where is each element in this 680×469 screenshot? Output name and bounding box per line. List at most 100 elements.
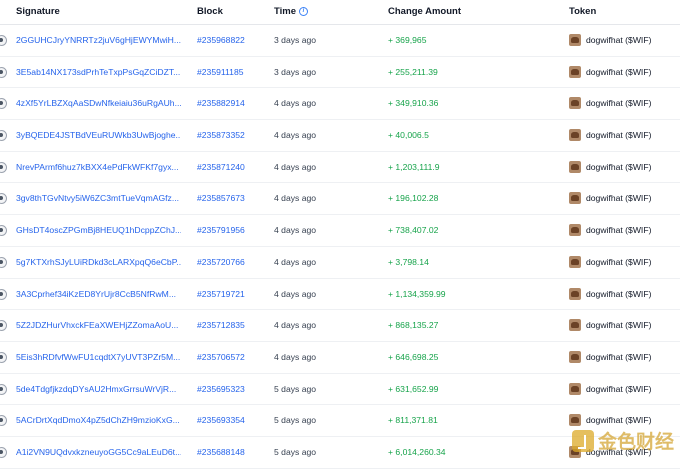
token-link[interactable]: dogwifhat ($WIF) xyxy=(586,162,651,172)
token-link[interactable]: dogwifhat ($WIF) xyxy=(586,98,651,108)
block-link[interactable]: #235871240 xyxy=(197,162,245,172)
signature-link[interactable]: 2GGUHCJryYNRRTz2juV6gHjEWYMwiH... xyxy=(16,35,181,45)
eye-icon[interactable] xyxy=(0,130,7,142)
token-link[interactable]: dogwifhat ($WIF) xyxy=(586,225,651,235)
table-row: 5Z2JDZHurVhxckFEaXWEHjZZomaAoU... #235712… xyxy=(0,310,680,342)
eye-icon[interactable] xyxy=(0,288,7,300)
table-row: 3E5ab14NX173sdPrhTeTxpPsGqZCiDZT... #2359… xyxy=(0,57,680,89)
token-link[interactable]: dogwifhat ($WIF) xyxy=(586,352,651,362)
change-amount-cell: + 6,014,260.34 xyxy=(388,446,446,457)
eye-icon[interactable] xyxy=(0,446,7,458)
token-link[interactable]: dogwifhat ($WIF) xyxy=(586,320,651,330)
block-link[interactable]: #235719721 xyxy=(197,289,245,299)
dogwifhat-token-icon xyxy=(569,97,581,110)
block-link[interactable]: #235693354 xyxy=(197,415,245,425)
token-link[interactable]: dogwifhat ($WIF) xyxy=(586,35,651,45)
table-row: 5de4TdgfjkzdqDYsAU2HmxGrrsuWrVjR... #2356… xyxy=(0,374,680,406)
dogwifhat-token-icon xyxy=(569,414,581,427)
change-amount-cell: + 1,134,359.99 xyxy=(388,288,446,299)
eye-icon[interactable] xyxy=(0,383,7,395)
signature-link[interactable]: GHsDT4oscZPGmBj8HEUQ1hDcppZChJ... xyxy=(16,225,181,235)
token-link[interactable]: dogwifhat ($WIF) xyxy=(586,130,651,140)
eye-icon[interactable] xyxy=(0,320,7,332)
change-amount-cell: + 811,371.81 xyxy=(388,415,438,426)
block-link[interactable]: #235712835 xyxy=(197,320,245,330)
time-cell: 4 days ago xyxy=(274,193,317,204)
eye-icon[interactable] xyxy=(0,415,7,427)
block-link[interactable]: #235857673 xyxy=(197,193,245,203)
block-link[interactable]: #235695323 xyxy=(197,384,245,394)
token-link[interactable]: dogwifhat ($WIF) xyxy=(586,193,651,203)
watermark-text: 金色财经 xyxy=(597,432,674,453)
signature-link[interactable]: 5Eis3hRDfvfWwFU1cqdtX7yUVT3PZr5M... xyxy=(16,352,181,362)
signature-link[interactable]: 5de4TdgfjkzdqDYsAU2HmxGrrsuWrVjR... xyxy=(16,384,181,394)
change-amount-cell: + 255,211.39 xyxy=(388,66,438,77)
eye-icon[interactable] xyxy=(0,98,7,110)
dogwifhat-token-icon xyxy=(569,287,581,300)
block-link[interactable]: #235968822 xyxy=(197,35,245,45)
info-icon[interactable]: i xyxy=(299,7,309,16)
eye-icon[interactable] xyxy=(0,193,7,205)
eye-icon[interactable] xyxy=(0,35,7,46)
table-row: 5g7KTXrhSJyLUiRDkd3cLARXpqQ6eCbP... #2357… xyxy=(0,247,680,279)
eye-icon[interactable] xyxy=(0,161,7,173)
block-link[interactable]: #235706572 xyxy=(197,352,245,362)
dogwifhat-token-icon xyxy=(569,192,581,205)
header-block: Block xyxy=(197,6,223,17)
change-amount-cell: + 196,102.28 xyxy=(388,193,439,204)
time-cell: 3 days ago xyxy=(274,66,317,77)
signature-link[interactable]: NrevPArmf6huz7kBXX4ePdFkWFKf7gyx... xyxy=(16,162,181,172)
signature-link[interactable]: 5Z2JDZHurVhxckFEaXWEHjZZomaAoU... xyxy=(16,320,181,330)
time-cell: 5 days ago xyxy=(274,415,317,426)
eye-icon[interactable] xyxy=(0,256,7,268)
header-time-label: Time xyxy=(274,6,297,17)
signature-link[interactable]: 3A3Cprhef34iKzED8YrUjr8CcB5NfRwM... xyxy=(16,289,181,299)
block-link[interactable]: #235720766 xyxy=(197,257,245,267)
time-cell: 4 days ago xyxy=(274,130,317,141)
change-amount-cell: + 369,965 xyxy=(388,35,427,45)
header-time: Time i xyxy=(274,6,309,17)
signature-link[interactable]: 4zXf5YrLBZXqAaSDwNfkeiaiu36uRgAUh... xyxy=(16,98,181,108)
signature-link[interactable]: A1i2VN9UQdvxkzneuyoGG5Cc9aLEuD6t... xyxy=(16,447,181,457)
time-cell: 4 days ago xyxy=(274,256,317,267)
time-cell: 4 days ago xyxy=(274,288,317,299)
time-cell: 4 days ago xyxy=(274,98,317,109)
table-header: Signature Block Time i Change Amount Tok… xyxy=(0,0,680,25)
dogwifhat-token-icon xyxy=(569,224,581,237)
watermark-logo-icon xyxy=(571,429,594,452)
token-link[interactable]: dogwifhat ($WIF) xyxy=(586,257,651,267)
change-amount-cell: + 738,407.02 xyxy=(388,225,439,236)
signature-link[interactable]: 3yBQEDE4JSTBdVEuRUWkb3UwBjoghe... xyxy=(16,130,181,140)
signature-link[interactable]: 5ACrDrtXqdDmoX4pZ5dChZH9mzioKxG... xyxy=(16,415,181,425)
dogwifhat-token-icon xyxy=(569,382,581,395)
change-amount-cell: + 868,135.27 xyxy=(388,320,439,331)
token-link[interactable]: dogwifhat ($WIF) xyxy=(586,67,651,77)
eye-icon[interactable] xyxy=(0,225,7,237)
table-body: 2GGUHCJryYNRRTz2juV6gHjEWYMwiH... #235968… xyxy=(0,25,680,469)
block-link[interactable]: #235882914 xyxy=(197,98,245,108)
signature-link[interactable]: 5g7KTXrhSJyLUiRDkd3cLARXpqQ6eCbP... xyxy=(16,257,181,267)
change-amount-cell: + 1,203,111.9 xyxy=(388,161,440,172)
time-cell: 5 days ago xyxy=(274,446,317,457)
eye-icon[interactable] xyxy=(0,351,7,363)
block-link[interactable]: #235791956 xyxy=(197,225,245,235)
table-row: 3yBQEDE4JSTBdVEuRUWkb3UwBjoghe... #235873… xyxy=(0,120,680,152)
dogwifhat-token-icon xyxy=(569,350,581,363)
dogwifhat-token-icon xyxy=(569,129,581,142)
table-row: 4zXf5YrLBZXqAaSDwNfkeiaiu36uRgAUh... #235… xyxy=(0,88,680,121)
time-cell: 4 days ago xyxy=(274,320,317,331)
eye-icon[interactable] xyxy=(0,66,7,78)
signature-link[interactable]: 3gv8thTGvNtvy5iW6ZC3mtTueVqmAGfz... xyxy=(16,193,181,203)
token-link[interactable]: dogwifhat ($WIF) xyxy=(586,415,651,425)
change-amount-cell: + 40,006.5 xyxy=(388,130,429,141)
header-signature: Signature xyxy=(16,6,60,17)
dogwifhat-token-icon xyxy=(569,160,581,173)
token-link[interactable]: dogwifhat ($WIF) xyxy=(586,289,651,299)
time-cell: 5 days ago xyxy=(274,383,317,394)
token-link[interactable]: dogwifhat ($WIF) xyxy=(586,384,651,394)
block-link[interactable]: #235688148 xyxy=(197,447,245,457)
time-cell: 3 days ago xyxy=(274,35,317,45)
signature-link[interactable]: 3E5ab14NX173sdPrhTeTxpPsGqZCiDZT... xyxy=(16,67,181,77)
block-link[interactable]: #235873352 xyxy=(197,130,245,140)
block-link[interactable]: #235911185 xyxy=(197,67,244,77)
